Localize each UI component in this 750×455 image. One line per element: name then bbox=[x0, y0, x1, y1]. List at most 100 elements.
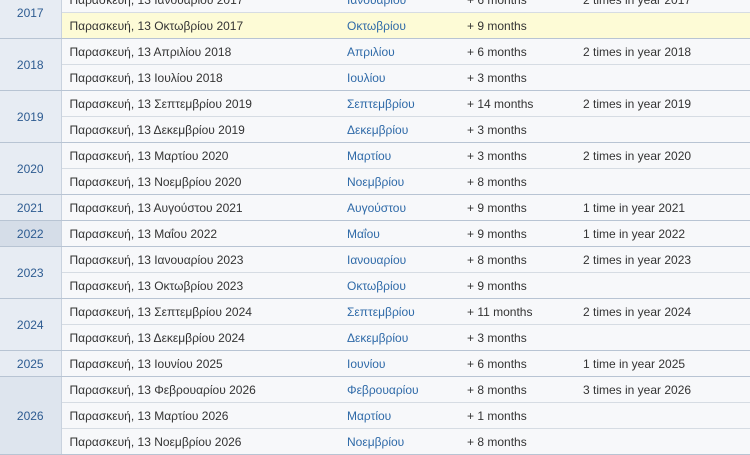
table-row: Παρασκευή, 13 Οκτωβρίου 2023 Οκτωβρίου +… bbox=[0, 272, 750, 299]
month-link[interactable]: Φεβρουαρίου bbox=[339, 376, 459, 403]
date-cell: Παρασκευή, 13 Ιουλίου 2018 bbox=[61, 64, 339, 91]
month-link[interactable]: Απριλίου bbox=[339, 38, 459, 65]
date-cell: Παρασκευή, 13 Μαΐου 2022 bbox=[61, 220, 339, 247]
table-row: Παρασκευή, 13 Μαρτίου 2026 Μαρτίου + 1 m… bbox=[0, 402, 750, 429]
month-link[interactable]: Αυγούστου bbox=[339, 194, 459, 221]
month-link[interactable]: Μαΐου bbox=[339, 220, 459, 247]
year-cell: 2017 bbox=[0, 0, 62, 39]
date-cell: Παρασκευή, 13 Ιανουαρίου 2017 bbox=[61, 0, 339, 13]
table-row: 2023 Παρασκευή, 13 Ιανουαρίου 2023 Ιανου… bbox=[0, 246, 750, 299]
interval-cell: + 8 months bbox=[459, 246, 575, 273]
month-link[interactable]: Δεκεμβρίου bbox=[339, 324, 459, 351]
count-cell: 3 times in year 2026 bbox=[575, 376, 750, 403]
interval-cell: + 9 months bbox=[459, 12, 575, 39]
count-cell: 2 times in year 2019 bbox=[575, 90, 750, 117]
month-link[interactable]: Ιανουαρίου bbox=[339, 0, 459, 13]
year-cell: 2025 bbox=[0, 350, 62, 377]
count-cell: 2 times in year 2024 bbox=[575, 298, 750, 325]
month-link[interactable]: Οκτωβρίου bbox=[339, 12, 459, 39]
interval-cell: + 14 months bbox=[459, 90, 575, 117]
interval-cell: + 8 months bbox=[459, 168, 575, 195]
count-cell: 2 times in year 2020 bbox=[575, 142, 750, 169]
count-cell bbox=[575, 324, 750, 351]
year-cell: 2022 bbox=[0, 220, 62, 247]
date-cell: Παρασκευή, 13 Απριλίου 2018 bbox=[61, 38, 339, 65]
table-row: Παρασκευή, 13 Δεκεμβρίου 2019 Δεκεμβρίου… bbox=[0, 116, 750, 143]
date-cell: Παρασκευή, 13 Δεκεμβρίου 2019 bbox=[61, 116, 339, 143]
table-row: 2019 Παρασκευή, 13 Σεπτεμβρίου 2019 Σεπτ… bbox=[0, 90, 750, 143]
month-link[interactable]: Σεπτεμβρίου bbox=[339, 298, 459, 325]
year-cell: 2024 bbox=[0, 298, 62, 351]
date-cell: Παρασκευή, 13 Αυγούστου 2021 bbox=[61, 194, 339, 221]
count-cell: 1 time in year 2022 bbox=[575, 220, 750, 247]
date-cell: Παρασκευή, 13 Οκτωβρίου 2017 bbox=[61, 12, 339, 39]
table-row: 2018 Παρασκευή, 13 Απριλίου 2018 Απριλίο… bbox=[0, 38, 750, 91]
count-cell: 1 time in year 2021 bbox=[575, 194, 750, 221]
interval-cell: + 11 months bbox=[459, 298, 575, 325]
month-link[interactable]: Ιουλίου bbox=[339, 64, 459, 91]
date-cell: Παρασκευή, 13 Οκτωβρίου 2023 bbox=[61, 272, 339, 299]
interval-cell: + 3 months bbox=[459, 142, 575, 169]
interval-cell: + 8 months bbox=[459, 376, 575, 403]
interval-cell: + 9 months bbox=[459, 220, 575, 247]
count-cell bbox=[575, 12, 750, 39]
year-cell: 2019 bbox=[0, 90, 62, 143]
count-cell: 2 times in year 2017 bbox=[575, 0, 750, 13]
friday-13th-table-container: 2017 Παρασκευή, 13 Ιανουαρίου 2017 Ιανου… bbox=[0, 0, 750, 455]
date-cell: Παρασκευή, 13 Νοεμβρίου 2020 bbox=[61, 168, 339, 195]
interval-cell: + 1 months bbox=[459, 402, 575, 429]
month-link[interactable]: Νοεμβρίου bbox=[339, 428, 459, 455]
date-cell: Παρασκευή, 13 Σεπτεμβρίου 2019 bbox=[61, 90, 339, 117]
date-cell: Παρασκευή, 13 Δεκεμβρίου 2024 bbox=[61, 324, 339, 351]
table-row-highlighted: Παρασκευή, 13 Οκτωβρίου 2017 Οκτωβρίου +… bbox=[0, 12, 750, 39]
date-cell: Παρασκευή, 13 Νοεμβρίου 2026 bbox=[61, 428, 339, 455]
interval-cell: + 3 months bbox=[459, 116, 575, 143]
month-link[interactable]: Μαρτίου bbox=[339, 402, 459, 429]
year-cell: 2021 bbox=[0, 194, 62, 221]
count-cell bbox=[575, 64, 750, 91]
table-row: 2024 Παρασκευή, 13 Σεπτεμβρίου 2024 Σεπτ… bbox=[0, 298, 750, 351]
table-row: 2021 Παρασκευή, 13 Αυγούστου 2021 Αυγούσ… bbox=[0, 194, 750, 221]
interval-cell: + 3 months bbox=[459, 64, 575, 91]
count-cell: 2 times in year 2018 bbox=[575, 38, 750, 65]
table-row: 2026 Παρασκευή, 13 Φεβρουαρίου 2026 Φεβρ… bbox=[0, 376, 750, 455]
interval-cell: + 9 months bbox=[459, 194, 575, 221]
year-cell: 2026 bbox=[0, 376, 62, 455]
date-cell: Παρασκευή, 13 Ιανουαρίου 2023 bbox=[61, 246, 339, 273]
year-cell: 2023 bbox=[0, 246, 62, 299]
year-cell: 2020 bbox=[0, 142, 62, 195]
table-row: Παρασκευή, 13 Νοεμβρίου 2020 Νοεμβρίου +… bbox=[0, 168, 750, 195]
date-cell: Παρασκευή, 13 Ιουνίου 2025 bbox=[61, 350, 339, 377]
table-row: Παρασκευή, 13 Δεκεμβρίου 2024 Δεκεμβρίου… bbox=[0, 324, 750, 351]
date-cell: Παρασκευή, 13 Μαρτίου 2020 bbox=[61, 142, 339, 169]
table-row: Παρασκευή, 13 Νοεμβρίου 2026 Νοεμβρίου +… bbox=[0, 428, 750, 455]
interval-cell: + 6 months bbox=[459, 350, 575, 377]
year-cell: 2018 bbox=[0, 38, 62, 91]
friday-13th-table: 2017 Παρασκευή, 13 Ιανουαρίου 2017 Ιανου… bbox=[0, 0, 750, 455]
month-link[interactable]: Ιουνίου bbox=[339, 350, 459, 377]
interval-cell: + 8 months bbox=[459, 428, 575, 455]
table-row: Παρασκευή, 13 Ιουλίου 2018 Ιουλίου + 3 m… bbox=[0, 64, 750, 91]
month-link[interactable]: Δεκεμβρίου bbox=[339, 116, 459, 143]
month-link[interactable]: Σεπτεμβρίου bbox=[339, 90, 459, 117]
table-row: 2020 Παρασκευή, 13 Μαρτίου 2020 Μαρτίου … bbox=[0, 142, 750, 195]
table-row: 2025 Παρασκευή, 13 Ιουνίου 2025 Ιουνίου … bbox=[0, 350, 750, 377]
count-cell bbox=[575, 272, 750, 299]
table-row: 2017 Παρασκευή, 13 Ιανουαρίου 2017 Ιανου… bbox=[0, 0, 750, 39]
count-cell: 2 times in year 2023 bbox=[575, 246, 750, 273]
date-cell: Παρασκευή, 13 Σεπτεμβρίου 2024 bbox=[61, 298, 339, 325]
interval-cell: + 6 months bbox=[459, 0, 575, 13]
table-row: 2022 Παρασκευή, 13 Μαΐου 2022 Μαΐου + 9 … bbox=[0, 220, 750, 247]
month-link[interactable]: Οκτωβρίου bbox=[339, 272, 459, 299]
month-link[interactable]: Ιανουαρίου bbox=[339, 246, 459, 273]
month-link[interactable]: Μαρτίου bbox=[339, 142, 459, 169]
count-cell bbox=[575, 402, 750, 429]
count-cell bbox=[575, 168, 750, 195]
date-cell: Παρασκευή, 13 Μαρτίου 2026 bbox=[61, 402, 339, 429]
interval-cell: + 3 months bbox=[459, 324, 575, 351]
month-link[interactable]: Νοεμβρίου bbox=[339, 168, 459, 195]
interval-cell: + 6 months bbox=[459, 38, 575, 65]
count-cell: 1 time in year 2025 bbox=[575, 350, 750, 377]
count-cell bbox=[575, 428, 750, 455]
date-cell: Παρασκευή, 13 Φεβρουαρίου 2026 bbox=[61, 376, 339, 403]
